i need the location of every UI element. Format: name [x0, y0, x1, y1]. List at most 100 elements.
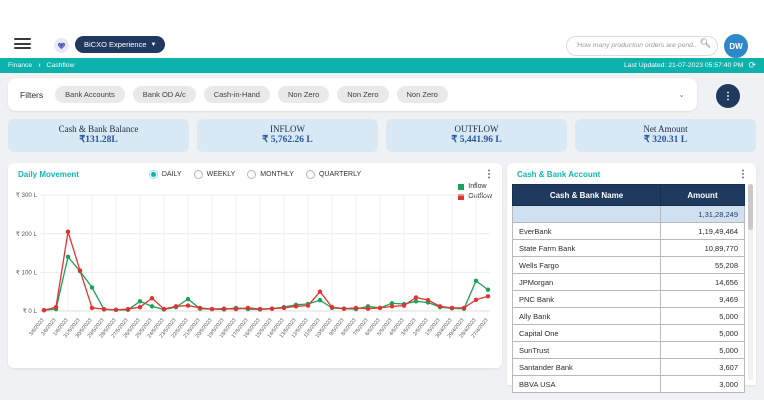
- inflow-point[interactable]: [485, 287, 491, 292]
- table-row-state-farm-bank[interactable]: State Farm Bank 10,89,770: [512, 239, 745, 257]
- radio-quarterly[interactable]: QUARTERLY: [305, 170, 362, 179]
- hamburger-menu-icon[interactable]: [14, 38, 31, 49]
- outflow-point[interactable]: [281, 305, 287, 311]
- outflow-point[interactable]: [65, 229, 71, 234]
- breadcrumb-finance[interactable]: Finance: [8, 62, 32, 69]
- radio-monthly[interactable]: MONTHLY: [247, 170, 294, 179]
- outflow-point[interactable]: [41, 308, 47, 313]
- table-row-wells-fargo[interactable]: Wells Fargo 55,208: [512, 256, 745, 274]
- table-row-ally-bank[interactable]: Ally Bank 5,000: [512, 307, 745, 325]
- table-row-pnc-bank[interactable]: PNC Bank 9,469: [512, 290, 745, 308]
- table-row-bbva-usa[interactable]: BBVA USA 3,000: [512, 375, 745, 393]
- inflow-point[interactable]: [473, 278, 479, 284]
- table-scrollbar-thumb[interactable]: [748, 184, 753, 230]
- table-row-everbank[interactable]: EverBank 1,19,49,464: [512, 222, 745, 240]
- kpi-value: ₹ 5,762.26 L: [262, 135, 313, 146]
- column-header-name[interactable]: Cash & Bank Name: [512, 184, 661, 206]
- outflow-point[interactable]: [113, 307, 119, 313]
- filter-chip-non-zero-4[interactable]: Non Zero: [337, 86, 389, 103]
- table-row-capital-one[interactable]: Capital One 5,000: [512, 324, 745, 342]
- search-input[interactable]: [566, 35, 718, 56]
- filter-bar: Filters Bank Accounts Bank OD A/c Cash-in-…: [8, 78, 697, 111]
- table-row-santander-bank[interactable]: Santander Bank 3,607: [512, 358, 745, 376]
- filter-chip-bank-od-a-c-1[interactable]: Bank OD A/c: [132, 86, 196, 103]
- global-search: 🔍︎: [566, 34, 718, 56]
- outflow-point[interactable]: [293, 304, 299, 309]
- outflow-point[interactable]: [233, 306, 239, 312]
- outflow-point[interactable]: [377, 305, 383, 311]
- amount-cell: 14,656: [660, 273, 745, 291]
- outflow-point[interactable]: [461, 305, 467, 311]
- refresh-icon[interactable]: ⟳: [748, 61, 756, 70]
- outflow-point[interactable]: [101, 306, 107, 312]
- radio-weekly[interactable]: WEEKLY: [193, 170, 235, 179]
- kpi-card-net-amount: Net Amount ₹ 320.31 L: [575, 119, 756, 152]
- outflow-point[interactable]: [161, 306, 167, 312]
- outflow-point[interactable]: [185, 303, 191, 308]
- outflow-point[interactable]: [221, 306, 227, 311]
- outflow-point[interactable]: [485, 294, 491, 299]
- radio-label: QUARTERLY: [318, 171, 362, 178]
- outflow-point[interactable]: [413, 295, 419, 300]
- outflow-point[interactable]: [365, 306, 371, 311]
- table-title: Cash & Bank Account: [517, 170, 601, 179]
- outflow-point[interactable]: [197, 305, 203, 311]
- radio-daily[interactable]: DAILY: [148, 170, 182, 179]
- filters-label: Filters: [20, 89, 44, 100]
- app-logo-icon[interactable]: [54, 38, 69, 53]
- kpi-card-outflow: OUTFLOW ₹ 5,441.96 L: [386, 119, 567, 152]
- outflow-point[interactable]: [269, 306, 275, 311]
- outflow-point[interactable]: [401, 303, 407, 308]
- inflow-point[interactable]: [89, 285, 95, 290]
- bank-name-cell: EverBank: [512, 222, 661, 240]
- outflow-point[interactable]: [209, 306, 215, 312]
- outflow-point[interactable]: [125, 306, 131, 312]
- outflow-point[interactable]: [89, 305, 95, 311]
- outflow-point[interactable]: [449, 305, 455, 311]
- table-row-total[interactable]: 1,31,28,249: [512, 205, 745, 223]
- filter-chip-bank-accounts-0[interactable]: Bank Accounts: [55, 86, 125, 103]
- outflow-point[interactable]: [341, 306, 347, 311]
- inflow-point[interactable]: [149, 304, 155, 309]
- page-actions-menu-button[interactable]: ⋮: [716, 84, 740, 108]
- inflow-point[interactable]: [185, 296, 191, 302]
- column-header-amount[interactable]: Amount: [660, 184, 745, 206]
- outflow-point[interactable]: [257, 306, 263, 312]
- kpi-value: ₹131.28L: [79, 135, 118, 146]
- table-row-jpmorgan[interactable]: JPMorgan 14,656: [512, 273, 745, 291]
- chart-menu-icon[interactable]: ⋮: [484, 169, 494, 180]
- table-row-suntrust[interactable]: SunTrust 5,000: [512, 341, 745, 359]
- outflow-point[interactable]: [317, 289, 323, 294]
- outflow-point[interactable]: [329, 304, 335, 310]
- user-avatar[interactable]: DW: [724, 34, 748, 58]
- inflow-point[interactable]: [137, 299, 143, 304]
- outflow-point[interactable]: [437, 304, 443, 309]
- outflow-point[interactable]: [353, 305, 359, 311]
- kpi-card-inflow: INFLOW ₹ 5,762.26 L: [197, 119, 378, 152]
- inflow-point[interactable]: [413, 299, 419, 304]
- filter-chip-non-zero-5[interactable]: Non Zero: [396, 86, 448, 103]
- outflow-point[interactable]: [425, 297, 431, 303]
- outflow-point[interactable]: [389, 304, 395, 309]
- outflow-point[interactable]: [305, 303, 311, 308]
- search-icon[interactable]: 🔍︎: [700, 38, 711, 49]
- outflow-point[interactable]: [137, 304, 143, 310]
- filter-chip-cash-in-hand-2[interactable]: Cash-in-Hand: [203, 86, 270, 103]
- kpi-label: Net Amount: [643, 123, 688, 134]
- filters-chevron-down-icon[interactable]: ⌄: [678, 90, 685, 99]
- outflow-point[interactable]: [149, 296, 155, 301]
- filter-chip-non-zero-3[interactable]: Non Zero: [277, 86, 330, 103]
- inflow-point[interactable]: [317, 297, 323, 303]
- outflow-point[interactable]: [173, 304, 179, 309]
- outflow-point[interactable]: [245, 305, 251, 311]
- breadcrumb-cashflow[interactable]: Cashflow: [47, 62, 75, 69]
- outflow-point[interactable]: [77, 268, 83, 273]
- outflow-point[interactable]: [473, 297, 479, 302]
- amount-cell: 1,31,28,249: [660, 205, 745, 223]
- inflow-point[interactable]: [65, 254, 71, 260]
- table-menu-icon[interactable]: ⋮: [738, 169, 748, 180]
- breadcrumb-bar: Finance › Cashflow Last Updated: 21-07-2…: [0, 58, 764, 73]
- chevron-down-icon: ▼: [150, 41, 157, 48]
- outflow-point[interactable]: [53, 304, 59, 310]
- workspace-selector-button[interactable]: BiCXO Experience ▼: [75, 36, 166, 53]
